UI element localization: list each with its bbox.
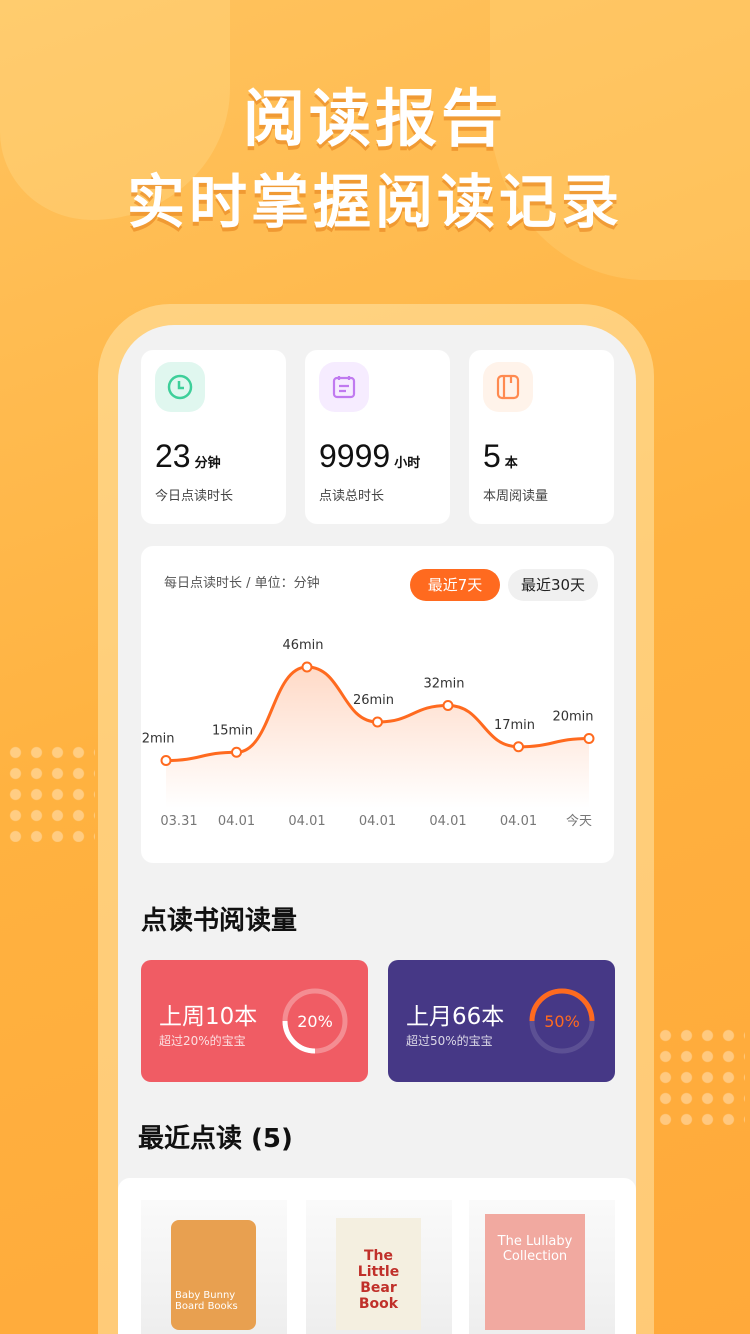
chart-card: 每日点读时长 / 单位：分钟 最近7天 最近30天 12min03.3115mi… (141, 546, 614, 863)
data-label: 15min (212, 723, 253, 738)
data-label: 26min (353, 693, 394, 708)
clock-icon (155, 362, 205, 412)
x-tick-label: 04.01 (359, 814, 396, 829)
rank-percent: 50% (544, 1012, 580, 1031)
stat-label: 本周阅读量 (483, 489, 549, 504)
data-point (513, 741, 524, 753)
rank-count: 上月66本 (406, 1004, 505, 1030)
rank-count: 上周10本 (159, 1004, 258, 1030)
stat-unit: 本 (504, 455, 518, 470)
reading-section-title: 点读书阅读量 (141, 906, 298, 936)
x-tick-label: 04.01 (429, 814, 466, 829)
stat-card-today: 23 分钟 今日点读时长 (141, 350, 286, 524)
calendar-icon (319, 362, 369, 412)
x-tick-label: 今天 (566, 813, 592, 829)
data-point (442, 700, 454, 711)
book-icon (483, 362, 533, 412)
data-point (160, 755, 172, 766)
x-tick-label: 04.01 (218, 814, 255, 829)
stat-card-week: 5本 本周阅读量 (469, 350, 614, 524)
data-label: 20min (552, 710, 593, 725)
rank-desc: 超过20%的宝宝 (159, 1034, 246, 1048)
report-screen: 23 分钟 今日点读时长 9999 小时 点读总时长 5本 本周阅读量 每日点读时长… (118, 325, 636, 1334)
rank-percent: 20% (297, 1012, 333, 1031)
stat-value: 9999 (319, 438, 391, 474)
stat-value: 23 (155, 438, 191, 474)
x-tick-label: 04.01 (500, 814, 537, 829)
rank-desc: 超过50%的宝宝 (406, 1034, 493, 1048)
recent-section-title: 最近点读 (5) (138, 1124, 293, 1154)
rank-card-month: 上月66本 超过50%的宝宝 50% (388, 960, 615, 1082)
dots-decoration (5, 742, 95, 842)
x-tick-label: 04.01 (288, 814, 325, 829)
stat-card-total: 9999 小时 点读总时长 (305, 350, 450, 524)
stat-value: 5 (483, 438, 501, 474)
headline-subtitle: 实时掌握阅读记录 (126, 168, 623, 236)
progress-ring: 20% (282, 988, 348, 1054)
data-point (583, 733, 595, 744)
stat-label: 点读总时长 (319, 489, 385, 504)
stat-unit: 小时 (394, 455, 421, 470)
stat-unit: 分钟 (194, 455, 221, 470)
line-chart: 12min 03.31 15min 04.01 46min 04.01 26min 04.01… (141, 638, 595, 829)
dots-decoration (655, 1025, 745, 1125)
headline-title: 阅读报告 (242, 82, 507, 155)
book-cover[interactable]: The Little Bear Book (306, 1200, 452, 1334)
data-point (231, 746, 242, 758)
data-label: 12min (141, 732, 175, 747)
data-point (372, 716, 383, 728)
x-tick-label: 03.31 (160, 814, 197, 829)
book-cover[interactable]: Baby Bunny Board Books (141, 1200, 287, 1334)
data-label: 46min (282, 638, 323, 653)
data-label: 17min (494, 718, 535, 733)
rank-card-week: 上周10本 超过20%的宝宝 20% (141, 960, 368, 1082)
data-label: 32min (423, 677, 464, 692)
stat-label: 今日点读时长 (155, 489, 234, 504)
progress-ring: 50% (529, 988, 595, 1054)
data-point (301, 661, 313, 673)
book-cover[interactable]: The Lullaby Collection (469, 1200, 615, 1334)
